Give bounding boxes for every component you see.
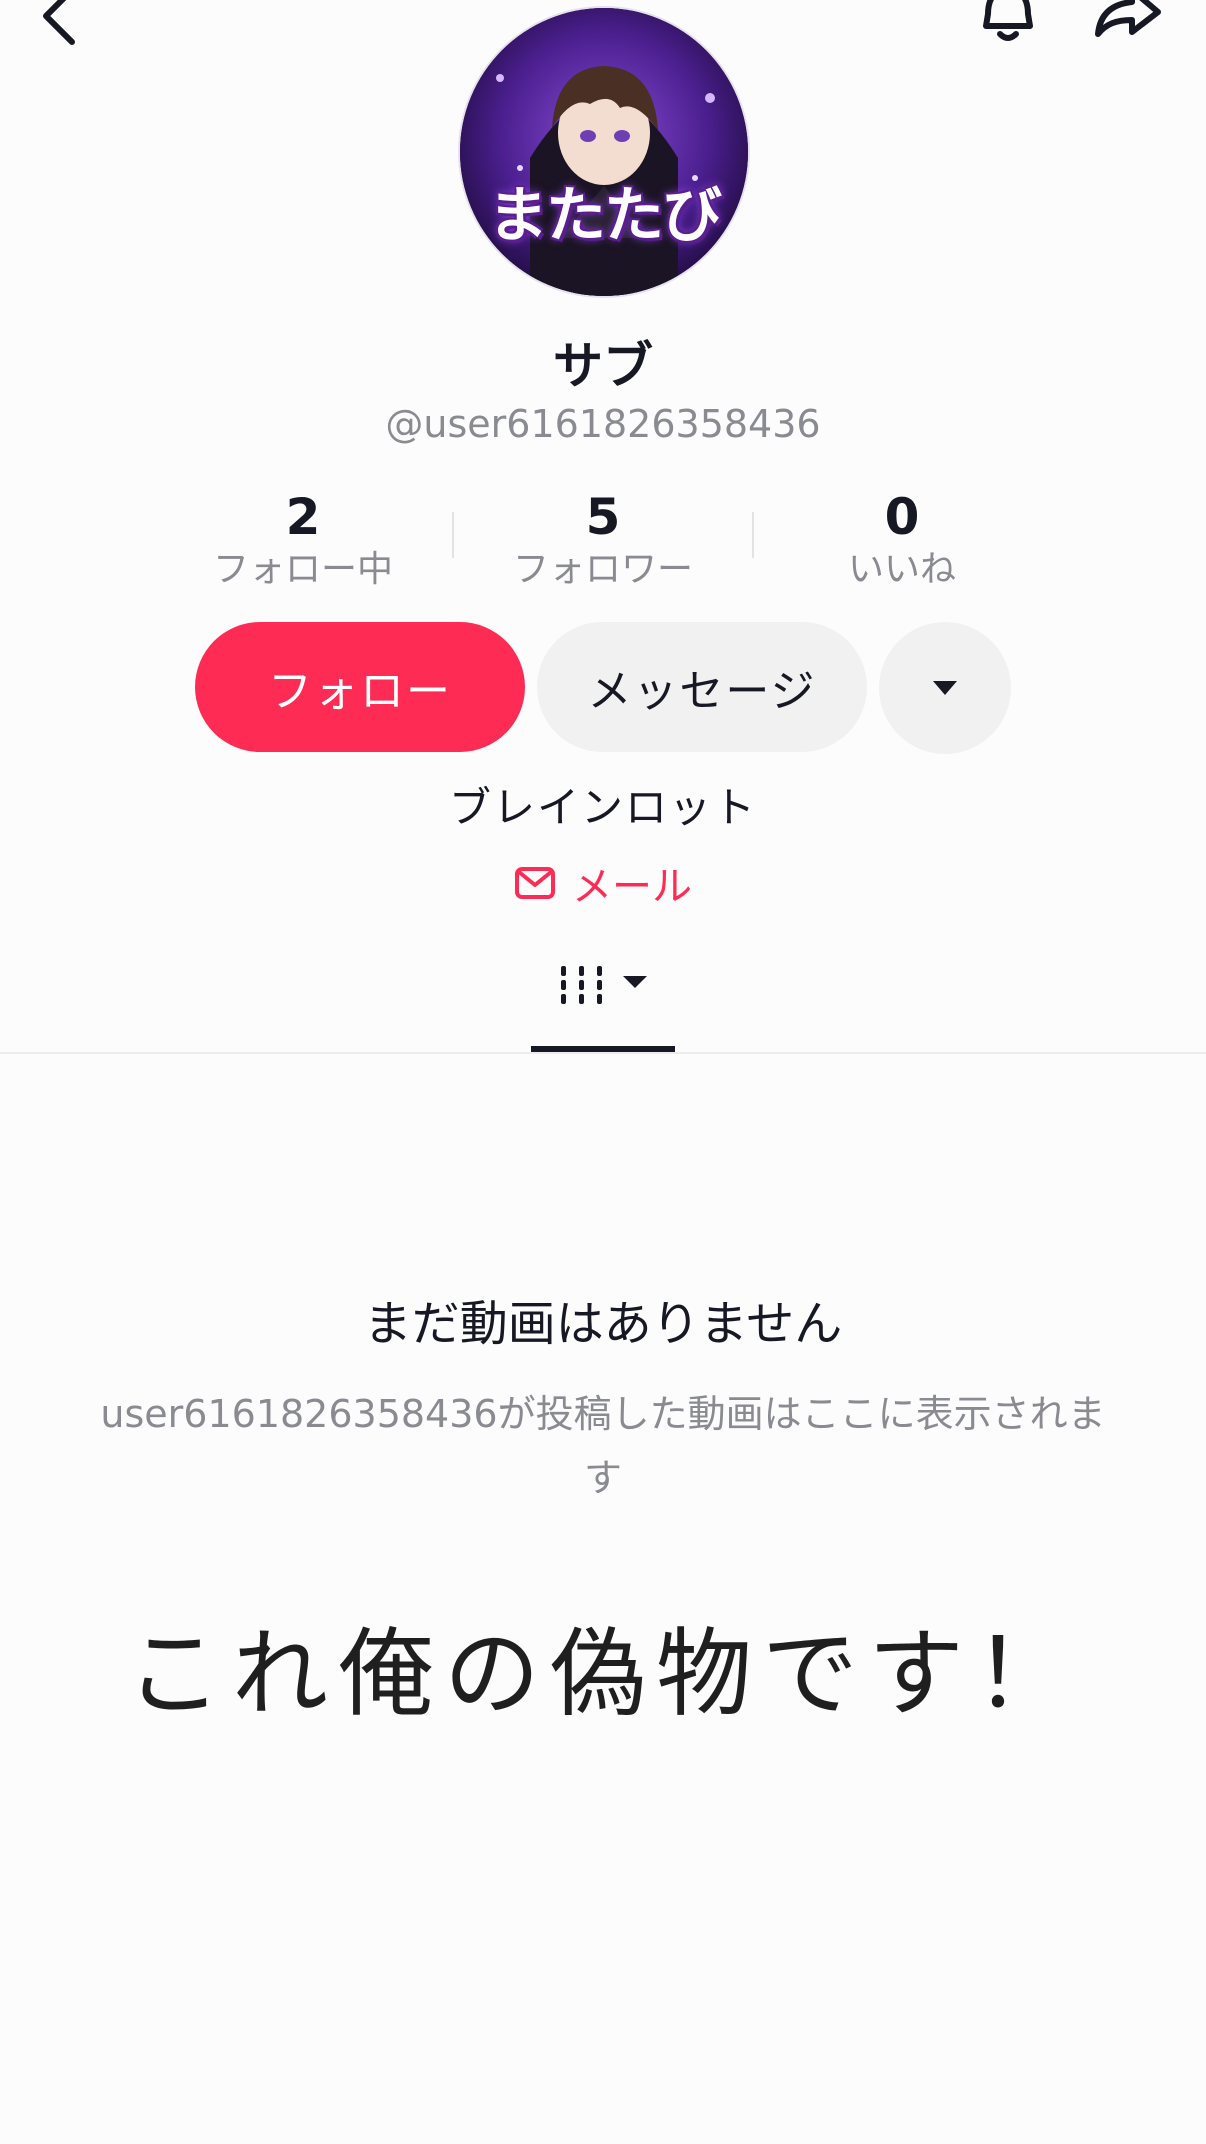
stat-followers[interactable]: 5 フォロワー [453, 488, 753, 594]
more-options-button[interactable] [879, 622, 1011, 754]
bio-text: ブレインロット [448, 783, 757, 832]
grid-videos-icon [561, 966, 647, 1004]
email-link[interactable]: メール [0, 854, 1206, 912]
display-name: サブ [553, 337, 653, 395]
back-button[interactable] [30, 0, 90, 52]
stat-following[interactable]: 2 フォロー中 [153, 488, 453, 594]
stat-likes[interactable]: 0 いいね [752, 488, 1052, 594]
followers-count: 5 [585, 488, 621, 546]
overlay-caption: これ俺の偽物です！ [126, 1618, 1080, 1730]
likes-count: 0 [884, 488, 920, 546]
avatar[interactable]: またたび [460, 8, 748, 296]
likes-label: いいね [847, 549, 956, 590]
bell-icon [983, 0, 1033, 41]
tab-divider [0, 1052, 1206, 1054]
followers-label: フォロワー [512, 549, 693, 590]
message-button[interactable]: メッセージ [537, 622, 867, 752]
following-label: フォロー中 [212, 549, 393, 590]
share-arrow-icon [1095, 0, 1161, 37]
mail-icon [515, 867, 555, 899]
notification-bell-button[interactable] [968, 0, 1048, 52]
follow-button[interactable]: フォロー [195, 622, 525, 752]
following-count: 2 [285, 488, 321, 546]
email-label: メール [572, 864, 692, 910]
caret-down-icon [933, 681, 957, 695]
chevron-left-icon [43, 0, 75, 45]
share-button[interactable] [1088, 0, 1168, 52]
tab-videos[interactable] [531, 950, 675, 1054]
username: @user6161826358436 [385, 402, 821, 446]
empty-state-title: まだ動画はありません [363, 1296, 843, 1352]
empty-state-description: user6161826358436が投稿した動画はここに表示されます [100, 1392, 1106, 1500]
avatar-logo-text: またたび [488, 181, 722, 251]
